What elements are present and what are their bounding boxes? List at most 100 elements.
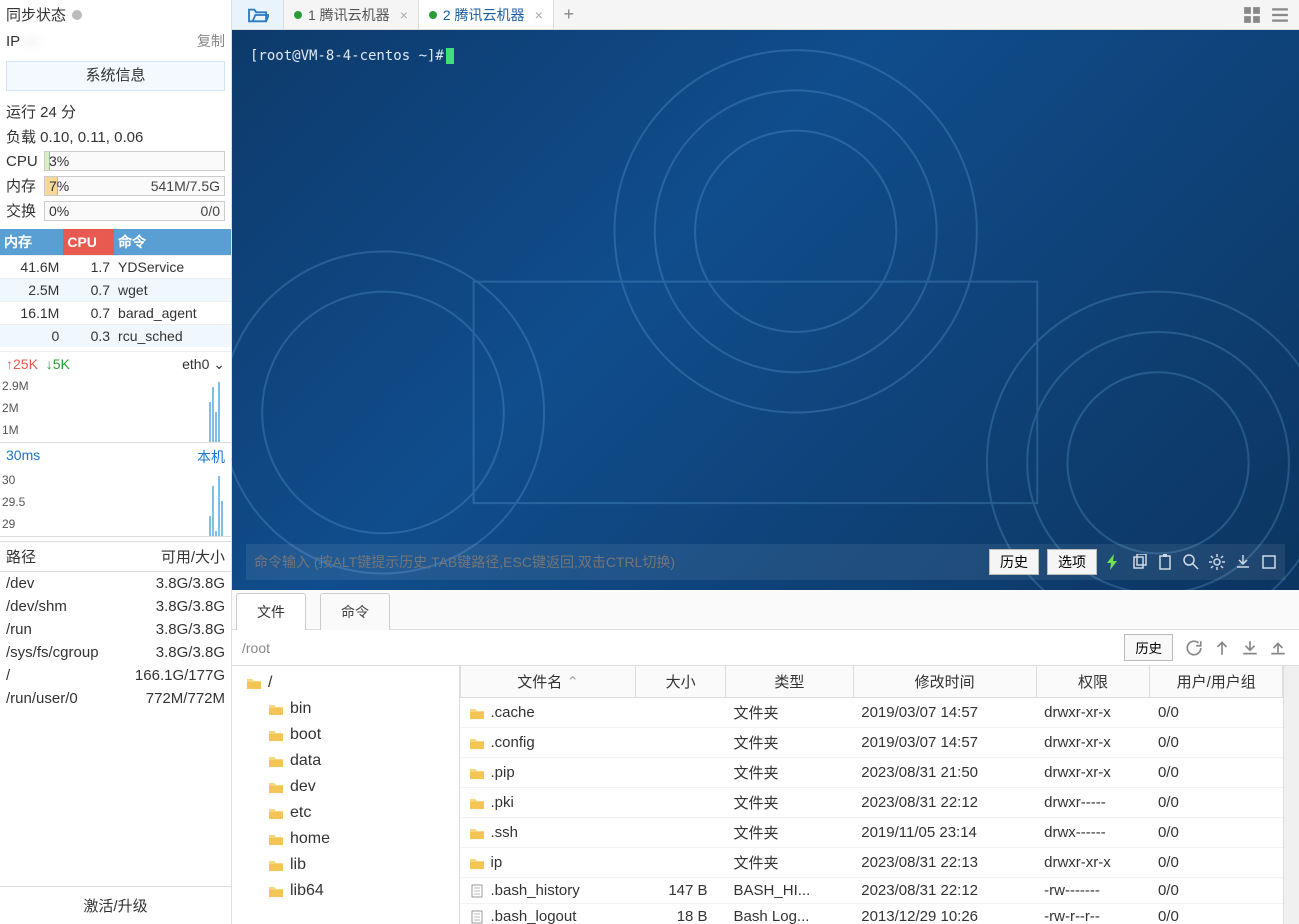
- download-file-icon[interactable]: [1241, 639, 1259, 657]
- col-mtime[interactable]: 修改时间: [853, 666, 1036, 698]
- bolt-icon[interactable]: [1105, 554, 1121, 570]
- terminal-panel[interactable]: [root@VM-8-4-centos ~]# 历史 选项: [232, 30, 1299, 590]
- folder-icon: [246, 676, 262, 690]
- col-filename[interactable]: 文件名 ⌃: [461, 666, 636, 698]
- command-bar: 历史 选项: [246, 544, 1285, 580]
- tree-node[interactable]: lib: [232, 852, 459, 878]
- file-row[interactable]: ip文件夹2023/08/31 22:13drwxr-xr-x0/0: [461, 848, 1283, 878]
- path-history-button[interactable]: 历史: [1124, 634, 1173, 661]
- command-input[interactable]: [254, 554, 981, 570]
- sort-asc-icon: ⌃: [566, 674, 579, 691]
- dir-tree[interactable]: /binbootdatadevetchomeliblib64: [232, 666, 460, 924]
- folder-icon: [268, 832, 284, 846]
- tab-bar: 1 腾讯云机器×2 腾讯云机器× +: [232, 0, 1299, 30]
- col-type[interactable]: 类型: [726, 666, 854, 698]
- col-size[interactable]: 大小: [636, 666, 726, 698]
- swap-label: 交换: [6, 200, 38, 221]
- close-tab-icon[interactable]: ×: [535, 7, 543, 23]
- file-list[interactable]: 文件名 ⌃ 大小 类型 修改时间 权限 用户/用户组 .cache文件夹2019…: [460, 666, 1283, 924]
- maximize-icon[interactable]: [1261, 554, 1277, 570]
- mem-text: 541M/7.5G: [151, 178, 220, 194]
- disk-row[interactable]: /166.1G/177G: [0, 664, 231, 687]
- system-info-button[interactable]: 系统信息: [6, 61, 225, 91]
- process-row[interactable]: 16.1M0.7barad_agent: [0, 302, 231, 325]
- tab-commands[interactable]: 命令: [320, 593, 390, 630]
- download-icon[interactable]: [1235, 554, 1251, 570]
- tree-node[interactable]: home: [232, 826, 459, 852]
- path-bar: /root 历史: [232, 630, 1299, 666]
- disk-row[interactable]: /run/user/0772M/772M: [0, 687, 231, 710]
- proc-th-cpu[interactable]: CPU: [63, 229, 114, 256]
- file-row[interactable]: .bash_history147 BBASH_HI...2023/08/31 2…: [461, 878, 1283, 904]
- ping-target[interactable]: 本机: [197, 447, 225, 467]
- options-button[interactable]: 选项: [1047, 549, 1097, 575]
- col-perm[interactable]: 权限: [1036, 666, 1150, 698]
- file-row[interactable]: .bash_logout18 BBash Log...2013/12/29 10…: [461, 904, 1283, 924]
- cpu-pct: 3%: [49, 153, 69, 169]
- col-owner[interactable]: 用户/用户组: [1150, 666, 1283, 698]
- tree-node[interactable]: etc: [232, 800, 459, 826]
- activate-link[interactable]: 激活/升级: [0, 886, 231, 924]
- upload-file-icon[interactable]: [1269, 639, 1287, 657]
- tree-node[interactable]: bin: [232, 696, 459, 722]
- process-row[interactable]: 41.6M1.7YDService: [0, 256, 231, 279]
- tab-files[interactable]: 文件: [236, 593, 306, 630]
- new-tab-button[interactable]: +: [554, 0, 584, 29]
- folder-icon: [268, 780, 284, 794]
- disk-head-size[interactable]: 可用/大小: [161, 546, 225, 567]
- folder-icon: [469, 736, 485, 750]
- file-row[interactable]: .pki文件夹2023/08/31 22:12drwxr-----0/0: [461, 788, 1283, 818]
- refresh-icon[interactable]: [1185, 639, 1203, 657]
- copy-icon[interactable]: [1131, 554, 1147, 570]
- up-arrow-icon[interactable]: [1213, 639, 1231, 657]
- proc-th-cmd[interactable]: 命令: [114, 229, 231, 256]
- open-folder-button[interactable]: [232, 0, 284, 29]
- net-up: 25K: [13, 356, 38, 372]
- folder-icon: [268, 728, 284, 742]
- history-button[interactable]: 历史: [989, 549, 1039, 575]
- copy-ip-link[interactable]: 复制: [197, 31, 225, 51]
- tree-node[interactable]: data: [232, 748, 459, 774]
- terminal-bg-graphic: [232, 30, 1299, 590]
- paste-icon[interactable]: [1157, 554, 1173, 570]
- menu-icon[interactable]: [1271, 6, 1289, 24]
- tree-node[interactable]: dev: [232, 774, 459, 800]
- ip-label: IP —: [6, 33, 39, 50]
- session-tab[interactable]: 1 腾讯云机器×: [284, 0, 419, 29]
- tree-node[interactable]: boot: [232, 722, 459, 748]
- folder-icon: [469, 796, 485, 810]
- proc-th-mem[interactable]: 内存: [0, 229, 63, 256]
- cpu-label: CPU: [6, 153, 38, 170]
- process-row[interactable]: 2.5M0.7wget: [0, 279, 231, 302]
- disk-row[interactable]: /run3.8G/3.8G: [0, 618, 231, 641]
- disk-row[interactable]: /dev/shm3.8G/3.8G: [0, 595, 231, 618]
- ip-value: —: [24, 33, 39, 50]
- file-row[interactable]: .pip文件夹2023/08/31 21:50drwxr-xr-x0/0: [461, 758, 1283, 788]
- tree-node[interactable]: lib64: [232, 878, 459, 904]
- session-tab[interactable]: 2 腾讯云机器×: [419, 0, 554, 29]
- disk-head-path[interactable]: 路径: [6, 546, 36, 567]
- gear-icon[interactable]: [1209, 554, 1225, 570]
- tree-node[interactable]: /: [232, 670, 459, 696]
- file-icon: [469, 884, 485, 898]
- path-input[interactable]: /root: [238, 638, 1118, 658]
- grid-view-icon[interactable]: [1243, 6, 1261, 24]
- process-row[interactable]: 00.3rcu_sched: [0, 325, 231, 348]
- sync-label: 同步状态: [6, 4, 66, 25]
- file-row[interactable]: .cache文件夹2019/03/07 14:57drwxr-xr-x0/0: [461, 698, 1283, 728]
- folder-icon: [268, 702, 284, 716]
- swap-meter: 交换 0%0/0: [0, 198, 231, 223]
- file-row[interactable]: .config文件夹2019/03/07 14:57drwxr-xr-x0/0: [461, 728, 1283, 758]
- process-table: 内存CPU命令 41.6M1.7YDService2.5M0.7wget16.1…: [0, 229, 231, 347]
- disk-header: 路径 可用/大小: [0, 541, 231, 572]
- file-scrollbar[interactable]: [1283, 666, 1299, 924]
- disk-row[interactable]: /sys/fs/cgroup3.8G/3.8G: [0, 641, 231, 664]
- file-row[interactable]: .ssh文件夹2019/11/05 23:14drwx------0/0: [461, 818, 1283, 848]
- load-text: 负载 0.10, 0.11, 0.06: [0, 124, 231, 149]
- close-tab-icon[interactable]: ×: [400, 7, 408, 23]
- swap-pct: 0%: [49, 203, 69, 219]
- net-iface[interactable]: eth0: [182, 356, 209, 372]
- search-icon[interactable]: [1183, 554, 1199, 570]
- chevron-down-icon[interactable]: ⌄: [213, 356, 225, 372]
- disk-row[interactable]: /dev3.8G/3.8G: [0, 572, 231, 595]
